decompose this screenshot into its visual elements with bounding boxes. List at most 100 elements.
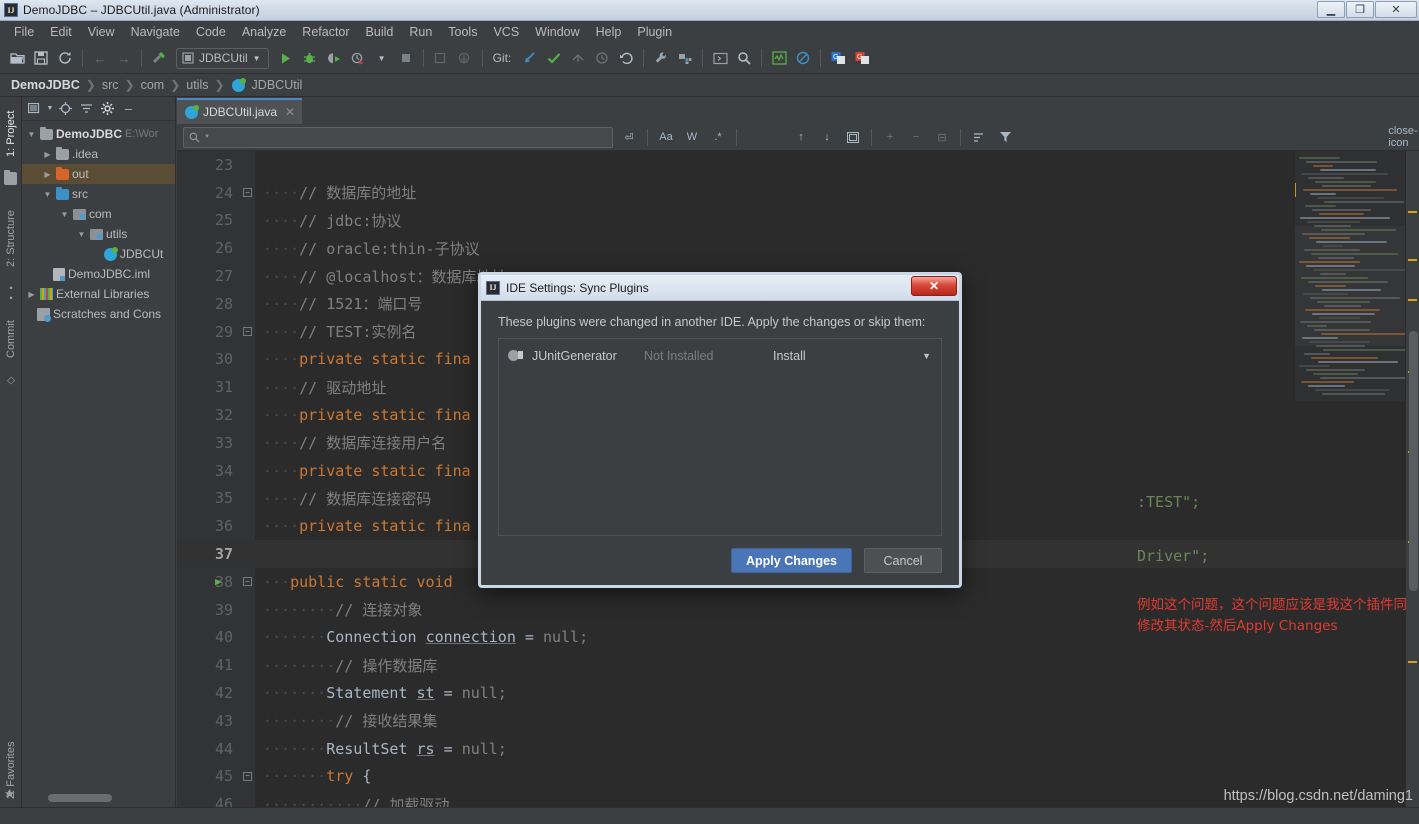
close-find-icon[interactable]: close-icon (1388, 125, 1417, 149)
warning-marker[interactable] (1408, 299, 1417, 301)
exclude-icon[interactable]: ⊟ (930, 127, 954, 147)
close-button[interactable]: ✕ (1375, 1, 1417, 18)
chevron-down-icon[interactable]: ▼ (922, 351, 931, 361)
project-view-select-icon[interactable] (25, 99, 44, 118)
breadcrumb-class[interactable]: JDBCUtil (249, 78, 306, 92)
wechat-dev-icon[interactable] (768, 47, 790, 69)
no-access-icon[interactable] (792, 47, 814, 69)
fold-toggle-icon[interactable]: − (243, 771, 252, 781)
chevron-right-icon[interactable]: ▶ (26, 290, 37, 299)
chevron-down-icon[interactable]: ▼ (42, 190, 53, 199)
tree-row-out[interactable]: ▶ out (22, 164, 175, 184)
select-all-icon[interactable] (841, 127, 865, 147)
code-line[interactable]: 41 ········// 操作数据库 (177, 651, 1419, 679)
editor-scrollbar-thumb[interactable] (1409, 331, 1418, 591)
error-marker-bar[interactable] (1406, 151, 1419, 807)
git-push-icon[interactable] (567, 47, 589, 69)
menu-navigate[interactable]: Navigate (123, 23, 188, 41)
regex-newline-icon[interactable]: ⏎ (617, 127, 641, 147)
save-icon[interactable] (30, 47, 52, 69)
attach-process-icon[interactable] (430, 47, 452, 69)
terminal-icon[interactable] (709, 47, 731, 69)
code-line[interactable]: 42 ·······Statement st = null; (177, 679, 1419, 707)
code-line[interactable]: 43 ········// 接收结果集 (177, 707, 1419, 735)
tree-row-iml[interactable]: DemoJDBC.iml (22, 264, 175, 284)
sidebar-item-structure[interactable]: 2: Structure (0, 197, 22, 281)
minimize-button[interactable]: ▁ (1317, 1, 1345, 18)
tree-row-idea[interactable]: ▶ .idea (22, 144, 175, 164)
stop-icon[interactable] (395, 47, 417, 69)
chevron-down-icon[interactable]: ▼ (204, 134, 210, 140)
search-everywhere-icon[interactable] (733, 47, 755, 69)
menu-code[interactable]: Code (188, 23, 234, 41)
dialog-close-button[interactable]: ✕ (911, 276, 957, 296)
back-arrow-icon[interactable]: ← (89, 47, 111, 69)
tab-jdbcutil-java[interactable]: JDBCUtil.java ✕ (177, 98, 303, 124)
git-commit-icon[interactable] (543, 47, 565, 69)
chevron-down-icon[interactable]: ▼ (59, 210, 70, 219)
remove-occurrence-icon[interactable]: − (904, 127, 928, 147)
menu-plugin[interactable]: Plugin (629, 23, 680, 41)
run-icon[interactable] (275, 47, 297, 69)
tree-row-demojdbc[interactable]: ▼ DemoJDBC E:\Wor (22, 124, 175, 144)
chevron-down-icon[interactable]: ▼ (76, 230, 87, 239)
locate-icon[interactable] (56, 99, 75, 118)
tree-row-external-libraries[interactable]: ▶ External Libraries (22, 284, 175, 304)
update-project-icon[interactable] (454, 47, 476, 69)
plugin-list[interactable]: JUnitGenerator Not Installed Install ▼ (498, 338, 942, 536)
gear-icon[interactable] (98, 99, 117, 118)
filter-icon[interactable] (993, 127, 1017, 147)
wrench-settings-icon[interactable] (650, 47, 672, 69)
translate-red-icon[interactable]: G (851, 47, 873, 69)
run-with-coverage-icon[interactable] (323, 47, 345, 69)
forward-arrow-icon[interactable]: → (113, 47, 135, 69)
fold-toggle-icon[interactable]: − (243, 188, 252, 198)
hide-icon[interactable]: – (119, 99, 138, 118)
git-rollback-icon[interactable] (615, 47, 637, 69)
chevron-down-icon[interactable]: ▼ (46, 99, 54, 118)
run-gutter-icon[interactable]: ▶ (215, 575, 222, 588)
fold-toggle-icon[interactable]: − (243, 327, 252, 337)
code-line[interactable]: 44 ·······ResultSet rs = null; (177, 735, 1419, 763)
menu-file[interactable]: File (6, 23, 42, 41)
tree-row-jdbcutil[interactable]: JDBCUt (22, 244, 175, 264)
star-icon[interactable]: ★ (4, 786, 16, 802)
menu-window[interactable]: Window (527, 23, 587, 41)
tree-row-com[interactable]: ▼ com (22, 204, 175, 224)
search-input[interactable]: ▼ (183, 126, 613, 148)
hammer-icon[interactable] (148, 47, 170, 69)
menu-view[interactable]: View (80, 23, 123, 41)
project-panel-hscrollbar[interactable] (48, 794, 112, 802)
code-line[interactable]: 24− ····// 数据库的地址 (177, 179, 1419, 207)
menu-edit[interactable]: Edit (42, 23, 80, 41)
apply-changes-button[interactable]: Apply Changes (731, 548, 852, 573)
warning-marker[interactable] (1408, 259, 1417, 261)
chevron-down-icon[interactable]: ▼ (26, 130, 37, 139)
code-line[interactable]: 23 (177, 151, 1419, 179)
debug-icon[interactable] (299, 47, 321, 69)
translate-blue-icon[interactable]: G (827, 47, 849, 69)
project-structure-icon[interactable] (674, 47, 696, 69)
open-folder-icon[interactable] (6, 47, 28, 69)
warning-marker[interactable] (1408, 661, 1417, 663)
breadcrumb-root[interactable]: DemoJDBC (8, 78, 83, 92)
code-line[interactable]: 45− ·······try { (177, 763, 1419, 791)
breadcrumb-src[interactable]: src (99, 78, 122, 92)
git-update-icon[interactable] (519, 47, 541, 69)
menu-analyze[interactable]: Analyze (234, 23, 294, 41)
menu-refactor[interactable]: Refactor (294, 23, 357, 41)
filter-list-icon[interactable] (967, 127, 991, 147)
chevron-down-icon[interactable]: ▼ (371, 47, 393, 69)
sidebar-item-commit[interactable]: Commit (0, 309, 22, 369)
tree-row-scratches[interactable]: Scratches and Cons (22, 304, 175, 324)
sync-icon[interactable] (54, 47, 76, 69)
collapse-all-icon[interactable] (77, 99, 96, 118)
code-line[interactable]: 26 ····// oracle:thin-子协议 (177, 234, 1419, 262)
git-history-icon[interactable] (591, 47, 613, 69)
tree-row-src[interactable]: ▼ src (22, 184, 175, 204)
chevron-down-icon[interactable]: ▼ (253, 54, 261, 63)
breadcrumb-com[interactable]: com (138, 78, 168, 92)
menu-vcs[interactable]: VCS (485, 23, 527, 41)
tree-row-utils[interactable]: ▼ utils (22, 224, 175, 244)
chevron-right-icon[interactable]: ▶ (42, 170, 53, 179)
